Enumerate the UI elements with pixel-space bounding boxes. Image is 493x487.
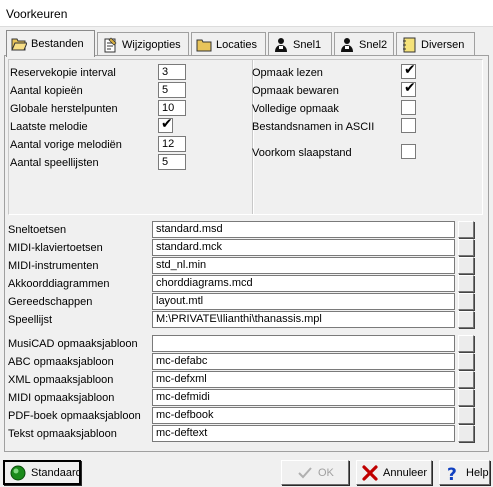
speellijst-label: Speellijst	[8, 314, 53, 326]
tab-label: Snel1	[293, 38, 322, 51]
opmaak-lezen-label: Opmaak lezen	[252, 67, 323, 79]
gereedschappen-field[interactable]: layout.mtl	[152, 293, 455, 310]
tekst-template-label: Tekst opmaaksjabloon	[8, 428, 117, 440]
tab-label: Bestanden	[31, 38, 84, 50]
midi-template-label: MIDI opmaaksjabloon	[8, 392, 115, 404]
voorkom-slaapstand-checkbox[interactable]	[401, 144, 416, 159]
aantal-speellijsten-label: Aantal speellijsten	[10, 157, 99, 169]
notebook-icon	[401, 37, 417, 53]
bestandsnamen-ascii-label: Bestandsnamen in ASCII	[252, 121, 375, 133]
aantal-speellijsten-input[interactable]: 5	[158, 154, 186, 170]
aantal-vorige-melodien-label: Aantal vorige melodiën	[10, 139, 122, 151]
opmaak-lezen-checkbox[interactable]: ✔	[401, 62, 416, 79]
checkmark-icon: ✔	[161, 116, 173, 132]
musicad-template-field[interactable]	[152, 335, 455, 352]
tab-strip: Bestanden Wijzigopties Locaties Snel1 Sn…	[4, 30, 489, 57]
akkoorddiagrammen-label: Akkoorddiagrammen	[8, 278, 110, 290]
group-divider	[252, 60, 254, 214]
green-circle-icon	[9, 464, 27, 482]
notepad-icon	[102, 37, 118, 53]
xml-template-field[interactable]: mc-defxml	[152, 371, 455, 388]
standard-button-label: Standaard	[31, 466, 82, 479]
checkmark-icon	[296, 464, 314, 482]
checkmark-icon: ✔	[404, 62, 416, 78]
midi-klaviertoetsen-label: MIDI-klaviertoetsen	[8, 242, 103, 254]
xml-template-browse-button[interactable]	[458, 371, 474, 388]
pdf-template-field[interactable]: mc-defbook	[152, 407, 455, 424]
tekst-template-browse-button[interactable]	[458, 425, 474, 442]
folder-icon	[196, 37, 212, 53]
voorkom-slaapstand-label: Voorkom slaapstand	[252, 147, 352, 159]
abc-template-browse-button[interactable]	[458, 353, 474, 370]
globale-herstelpunten-input[interactable]: 10	[158, 100, 186, 116]
midi-instrumenten-label: MIDI-instrumenten	[8, 260, 99, 272]
opmaak-bewaren-label: Opmaak bewaren	[252, 85, 339, 97]
speellijst-field[interactable]: M:\PRIVATE\Ilianthi\thanassis.mpl	[152, 311, 455, 328]
xml-template-label: XML opmaaksjabloon	[8, 374, 114, 386]
midi-instrumenten-browse-button[interactable]	[458, 257, 474, 274]
reservekopie-interval-label: Reservekopie interval	[10, 67, 116, 79]
close-x-icon	[361, 464, 379, 482]
speellijst-browse-button[interactable]	[458, 311, 474, 328]
folder-open-icon	[11, 36, 28, 52]
gereedschappen-label: Gereedschappen	[8, 296, 93, 308]
tab-label: Locaties	[216, 38, 257, 51]
tab-label: Diversen	[421, 38, 465, 51]
quick-access-person-icon	[339, 37, 355, 53]
quick-access-person-icon	[273, 37, 289, 53]
tab-wijzigopties[interactable]: Wijzigopties	[97, 32, 189, 56]
tekst-template-field[interactable]: mc-deftext	[152, 425, 455, 442]
laatste-melodie-checkbox[interactable]: ✔	[158, 116, 173, 133]
tab-locaties[interactable]: Locaties	[191, 32, 266, 56]
question-mark-icon: ?	[444, 464, 462, 485]
window-titlebar: Voorkeuren	[0, 0, 493, 27]
midi-instrumenten-field[interactable]: std_nl.min	[152, 257, 455, 274]
cancel-button-label: Annuleer	[383, 466, 428, 479]
musicad-template-label: MusiCAD opmaaksjabloon	[8, 338, 138, 350]
abc-template-label: ABC opmaaksjabloon	[8, 356, 114, 368]
ok-button-label: OK	[318, 466, 334, 479]
tab-label: Wijzigopties	[122, 38, 181, 51]
gereedschappen-browse-button[interactable]	[458, 293, 474, 310]
aantal-kopieen-label: Aantal kopieën	[10, 85, 83, 97]
musicad-template-browse-button[interactable]	[458, 335, 474, 352]
midi-template-browse-button[interactable]	[458, 389, 474, 406]
ok-button[interactable]: OK	[281, 460, 349, 485]
abc-template-field[interactable]: mc-defabc	[152, 353, 455, 370]
sneltoetsen-field[interactable]: standard.msd	[152, 221, 455, 238]
tab-bestanden[interactable]: Bestanden	[6, 30, 95, 57]
midi-klaviertoetsen-browse-button[interactable]	[458, 239, 474, 256]
tab-snel1[interactable]: Snel1	[268, 32, 332, 56]
midi-klaviertoetsen-field[interactable]: standard.mck	[152, 239, 455, 256]
tab-snel2[interactable]: Snel2	[334, 32, 394, 56]
tab-diversen[interactable]: Diversen	[396, 32, 475, 56]
cancel-button[interactable]: Annuleer	[356, 460, 432, 485]
pdf-template-browse-button[interactable]	[458, 407, 474, 424]
sneltoetsen-browse-button[interactable]	[458, 221, 474, 238]
bestandsnamen-ascii-checkbox[interactable]	[401, 118, 416, 133]
aantal-vorige-melodien-input[interactable]: 12	[158, 136, 186, 152]
aantal-kopieen-input[interactable]: 5	[158, 82, 186, 98]
akkoorddiagrammen-field[interactable]: chorddiagrams.mcd	[152, 275, 455, 292]
volledige-opmaak-checkbox[interactable]	[401, 100, 416, 115]
options-group: Reservekopie interval 3 Aantal kopieën 5…	[8, 59, 483, 215]
checkmark-icon: ✔	[404, 80, 416, 96]
laatste-melodie-label: Laatste melodie	[10, 121, 88, 133]
help-button-label: Help	[466, 466, 489, 479]
globale-herstelpunten-label: Globale herstelpunten	[10, 103, 118, 115]
help-button[interactable]: ? Help	[439, 460, 490, 485]
pdf-template-label: PDF-boek opmaaksjabloon	[8, 410, 141, 422]
svg-text:?: ?	[447, 465, 457, 482]
opmaak-bewaren-checkbox[interactable]: ✔	[401, 80, 416, 97]
window-title: Voorkeuren	[6, 7, 68, 21]
midi-template-field[interactable]: mc-defmidi	[152, 389, 455, 406]
reservekopie-interval-input[interactable]: 3	[158, 64, 186, 80]
sneltoetsen-label: Sneltoetsen	[8, 224, 67, 236]
bestanden-panel: Reservekopie interval 3 Aantal kopieën 5…	[4, 55, 489, 452]
tab-label: Snel2	[359, 38, 388, 51]
volledige-opmaak-label: Volledige opmaak	[252, 103, 339, 115]
akkoorddiagrammen-browse-button[interactable]	[458, 275, 474, 292]
standard-button[interactable]: Standaard	[3, 460, 82, 485]
